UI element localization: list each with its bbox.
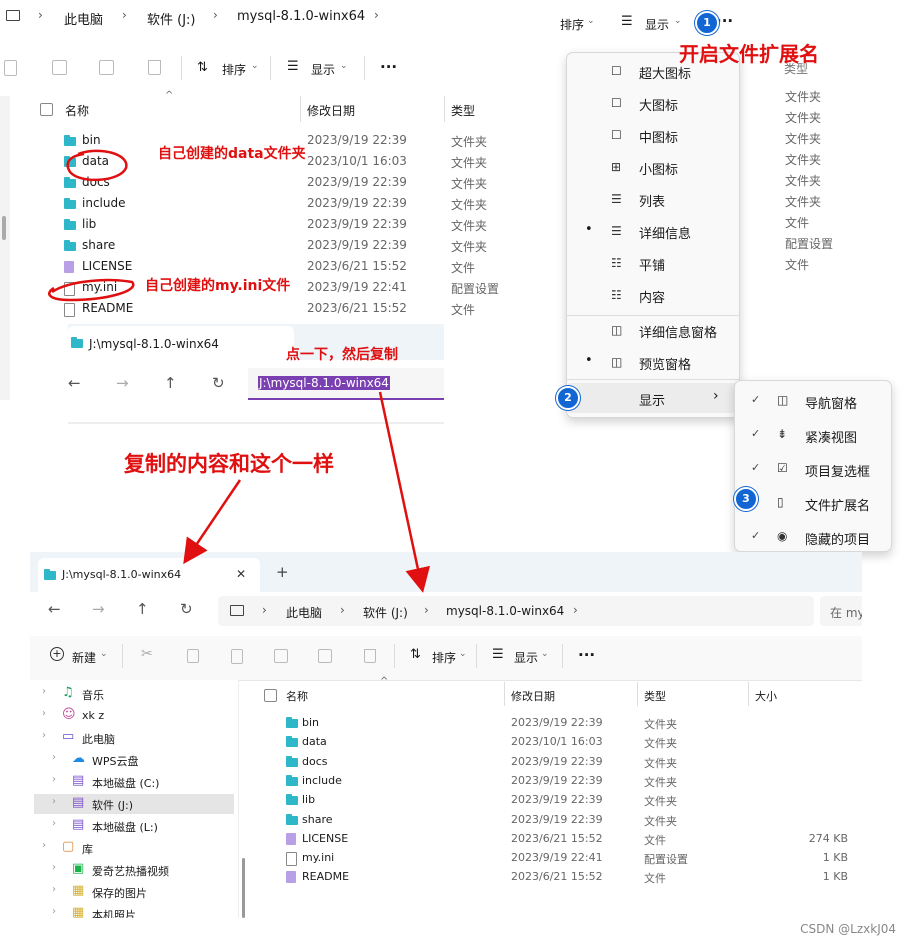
my-ini-circle <box>48 278 135 302</box>
annotation-strokes <box>48 149 431 593</box>
watermark: CSDN @LzxkJ04 <box>800 922 896 936</box>
arrow-to-bottom-tab <box>183 479 242 565</box>
data-folder-circle <box>66 149 128 182</box>
arrow-to-bottom-address <box>378 391 431 593</box>
